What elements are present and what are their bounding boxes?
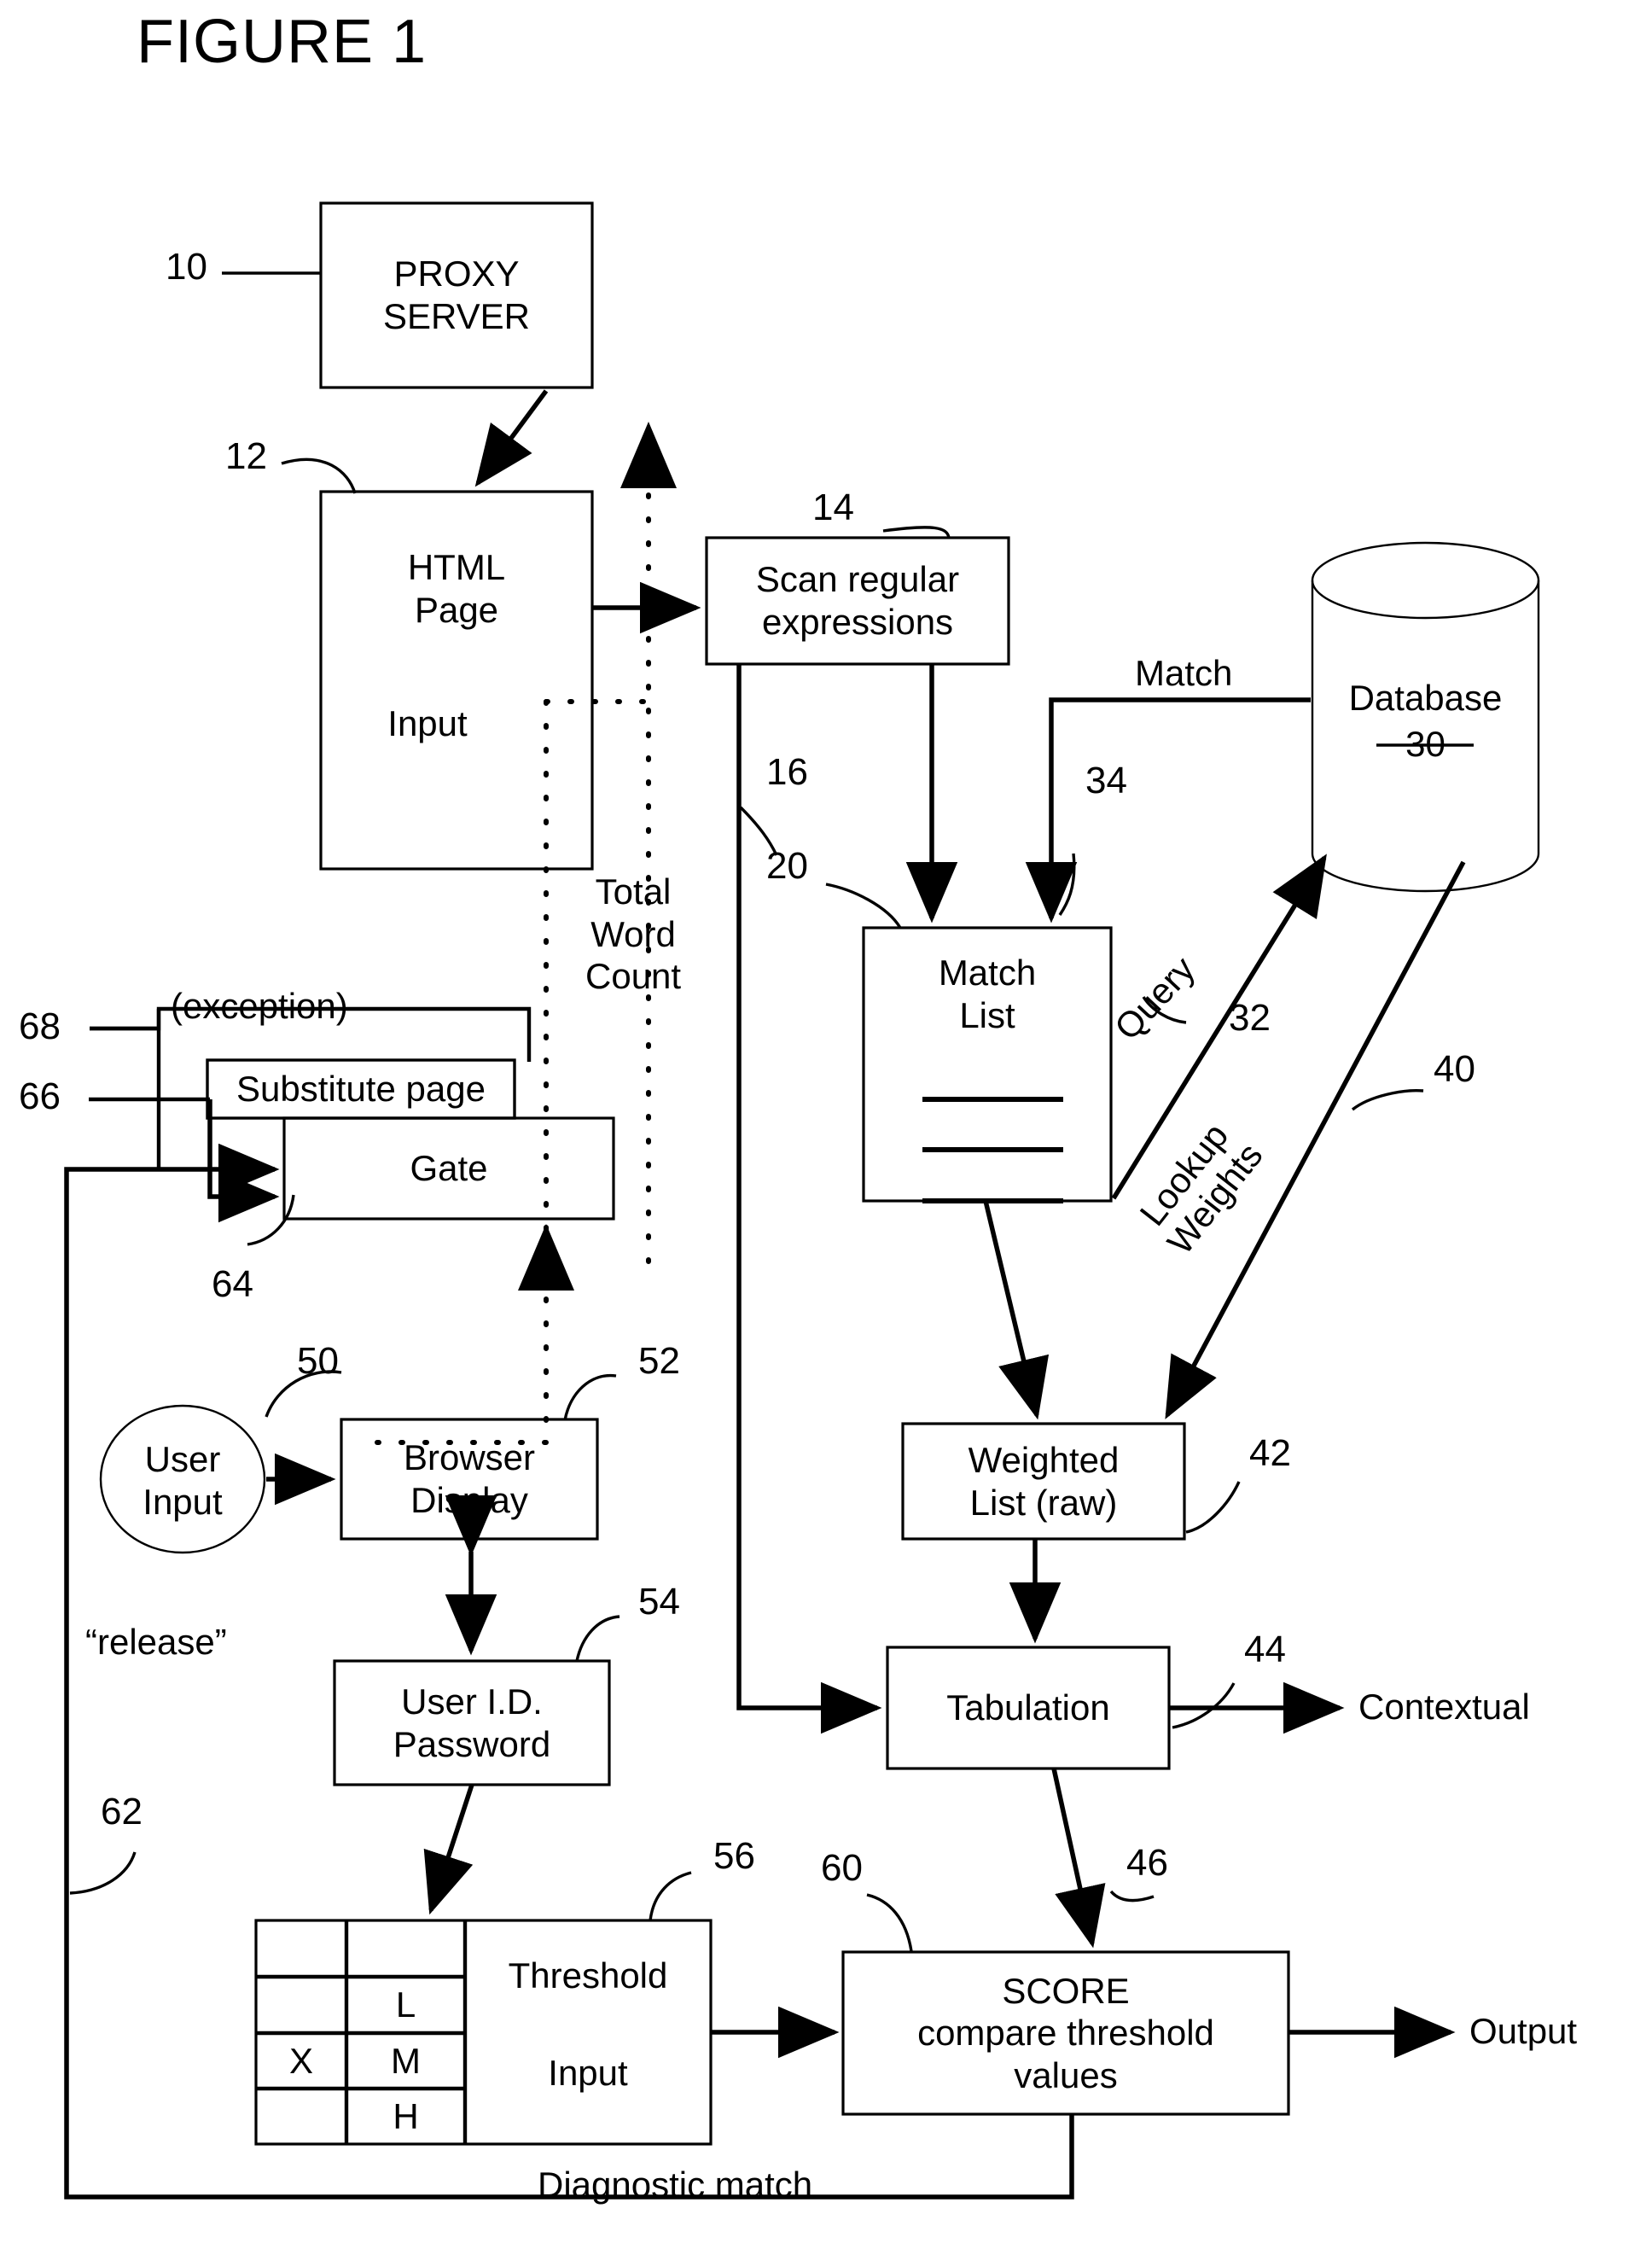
ref-54: 54 [638, 1581, 680, 1623]
ref-16: 16 [766, 751, 808, 793]
threshold-cell-mark-2[interactable]: X [256, 2033, 346, 2089]
diagnostic-match-label: Diagnostic match [538, 2165, 813, 2205]
leader-20 [825, 883, 902, 929]
threshold-label: Threshold [508, 1955, 668, 1996]
contextual-output-label: Contextual [1358, 1687, 1530, 1727]
leader-44 [1172, 1682, 1236, 1729]
html-page-label: HTML Page [407, 547, 506, 630]
threshold-cell-level-M: M [391, 2040, 421, 2081]
edge-database-match-to-matchlist [1025, 697, 1311, 924]
ref-10: 10 [166, 246, 207, 288]
leader-12 [281, 457, 357, 494]
leader-34 [1058, 853, 1076, 916]
ref-46: 46 [1126, 1842, 1168, 1884]
ref-42: 42 [1249, 1432, 1291, 1474]
leader-14 [882, 526, 951, 539]
ref-68: 68 [19, 1005, 61, 1047]
edge-userid-to-threshold [423, 1784, 474, 1915]
threshold-cell-level-H: H [393, 2095, 419, 2136]
release-label: “release” [85, 1622, 227, 1662]
ref-12: 12 [225, 435, 267, 477]
ref-40: 40 [1434, 1048, 1475, 1090]
figure-canvas: FIGURE 1 PROXY SERVER 10 HTML Page Input… [0, 0, 1652, 2255]
database-label: Database [1348, 678, 1503, 719]
connector-layer [64, 201, 1540, 2200]
ref-60: 60 [821, 1847, 863, 1889]
leader-46 [1109, 1890, 1155, 1902]
score-label: SCORE compare threshold values [917, 1970, 1214, 2095]
threshold-cell-mark-3[interactable] [256, 2089, 346, 2144]
proxy-server-label: PROXY SERVER [383, 253, 530, 336]
ref-52: 52 [638, 1340, 680, 1382]
ref-14: 14 [812, 487, 854, 528]
ref-44: 44 [1244, 1629, 1286, 1670]
exception-label: (exception) [171, 986, 348, 1026]
leader-52 [563, 1373, 617, 1421]
threshold-cell-mark-1[interactable] [256, 1977, 346, 2033]
match-list-label: Match List [938, 953, 1037, 1035]
edge-tabulation-to-score [1051, 1768, 1106, 1949]
ref-56: 56 [713, 1835, 755, 1877]
leader-56 [649, 1871, 692, 1921]
substitute-page-label: Substitute page [236, 1069, 486, 1110]
database-ref-30: 30 [1405, 724, 1446, 765]
threshold-input-label: Input [548, 2053, 628, 2094]
gate-label: Gate [410, 1148, 488, 1189]
leader-54 [575, 1615, 620, 1662]
ref-20: 20 [766, 845, 808, 887]
leader-42 [1185, 1481, 1241, 1534]
leader-62 [69, 1851, 137, 1895]
leader-40 [1351, 1088, 1424, 1111]
ref-62: 62 [101, 1791, 143, 1833]
figure-title: FIGURE 1 [137, 8, 428, 76]
output-label: Output [1469, 2011, 1578, 2051]
weighted-list-label: Weighted List (raw) [968, 1439, 1120, 1523]
user-id-password-label: User I.D. Password [393, 1681, 551, 1764]
threshold-cell-level-0 [346, 1920, 465, 1977]
total-word-count-label: Total Word Count [585, 871, 682, 997]
edge-proxy-to-html [474, 389, 549, 487]
match-edge-label: Match [1135, 653, 1233, 693]
ref-66: 66 [19, 1075, 61, 1117]
ref-32: 32 [1229, 997, 1271, 1039]
tabulation-label: Tabulation [946, 1687, 1110, 1728]
query-edge-label: Query [1106, 948, 1203, 1048]
threshold-cell-level-L: L [395, 1984, 416, 2025]
threshold-cell-mark-0[interactable] [256, 1920, 346, 1977]
lookup-weights-edge-label: Lookup Weights [1131, 1116, 1271, 1262]
ref-50: 50 [297, 1340, 339, 1382]
edge-matchlist-to-weighted [983, 1200, 1050, 1420]
ref-34: 34 [1085, 760, 1127, 801]
user-input-label: User Input [143, 1439, 223, 1522]
html-page-input-label: Input [387, 703, 468, 744]
leader-60 [866, 1893, 913, 1952]
browser-display-label: Browser Display [403, 1437, 536, 1520]
edge-scan-to-tabulation [736, 664, 882, 1734]
scan-regex-label: Scan regular expressions [755, 559, 960, 642]
ref-64: 64 [212, 1263, 253, 1305]
